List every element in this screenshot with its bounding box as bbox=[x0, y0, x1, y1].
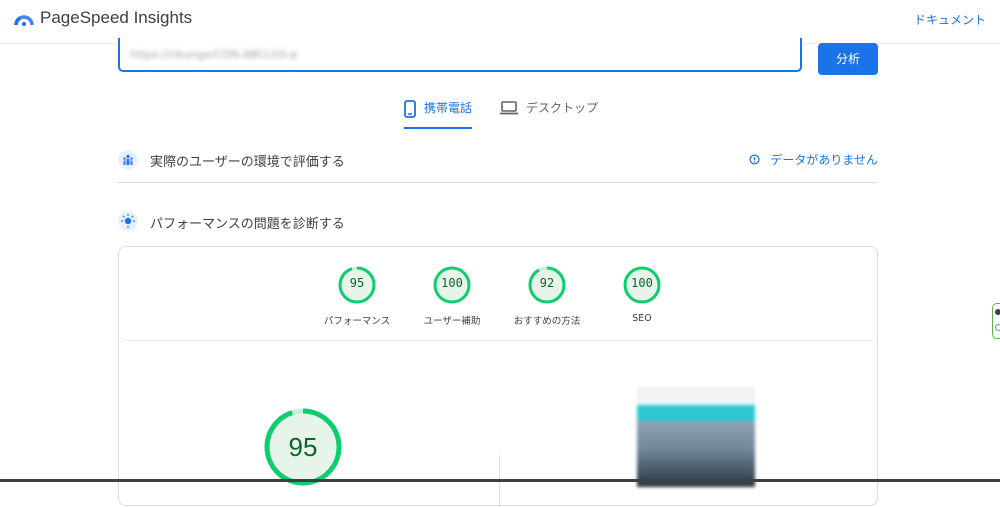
tab-desktop-label: デスクトップ bbox=[526, 101, 599, 115]
score-gauge-best-practices[interactable]: 92 おすすめの方法 bbox=[507, 265, 587, 327]
tab-mobile-label: 携帯電話 bbox=[424, 101, 473, 115]
side-feedback-widget[interactable] bbox=[992, 303, 1000, 339]
no-data-label: データがありません bbox=[770, 153, 878, 167]
card-divider bbox=[123, 340, 873, 341]
section-divider bbox=[118, 182, 878, 183]
field-data-title: 実際のユーザーの環境で評価する bbox=[150, 155, 345, 170]
score-value: 95 bbox=[349, 276, 365, 290]
tab-mobile[interactable]: 携帯電話 bbox=[404, 100, 472, 128]
lab-data-title: パフォーマンスの問題を診断する bbox=[150, 217, 345, 232]
users-icon bbox=[118, 150, 138, 170]
tab-desktop[interactable]: デスクトップ bbox=[500, 100, 598, 128]
score-value: 92 bbox=[539, 276, 555, 290]
app-title: PageSpeed Insights bbox=[40, 8, 193, 27]
lab-diagnostics-icon bbox=[118, 211, 138, 231]
smartphone-icon bbox=[404, 100, 416, 118]
field-data-section: 実際のユーザーの環境で評価する データがありません bbox=[118, 148, 878, 182]
pagespeed-logo-icon[interactable] bbox=[14, 10, 34, 28]
tab-selected-indicator bbox=[404, 127, 472, 129]
score-label: SEO bbox=[632, 313, 652, 324]
lab-data-section: パフォーマンスの問題を診断する bbox=[118, 208, 878, 234]
page-screenshot-thumbnail bbox=[637, 387, 755, 487]
url-input[interactable]: https://rikunge/CON.ABCLGS-p bbox=[118, 38, 802, 72]
score-value: 100 bbox=[441, 276, 463, 290]
performance-score-value: 95 bbox=[288, 432, 318, 462]
score-gauge-seo[interactable]: 100 SEO bbox=[602, 265, 682, 324]
info-icon bbox=[749, 154, 760, 165]
laptop-icon bbox=[500, 101, 518, 115]
report-card: 95 パフォーマンス 100 ユーザー補助 92 おすすめの方法 100 SEO… bbox=[118, 246, 878, 507]
no-data-notice[interactable]: データがありません bbox=[749, 151, 878, 168]
analyze-button[interactable]: 分析 bbox=[818, 43, 878, 75]
score-value: 100 bbox=[631, 276, 653, 290]
score-gauge-accessibility[interactable]: 100 ユーザー補助 bbox=[412, 265, 492, 327]
score-gauge-performance[interactable]: 95 パフォーマンス bbox=[317, 265, 397, 327]
url-input-value: https://rikunge/CON.ABCLGS-p bbox=[130, 48, 298, 61]
documentation-link[interactable]: ドキュメント bbox=[914, 11, 986, 28]
